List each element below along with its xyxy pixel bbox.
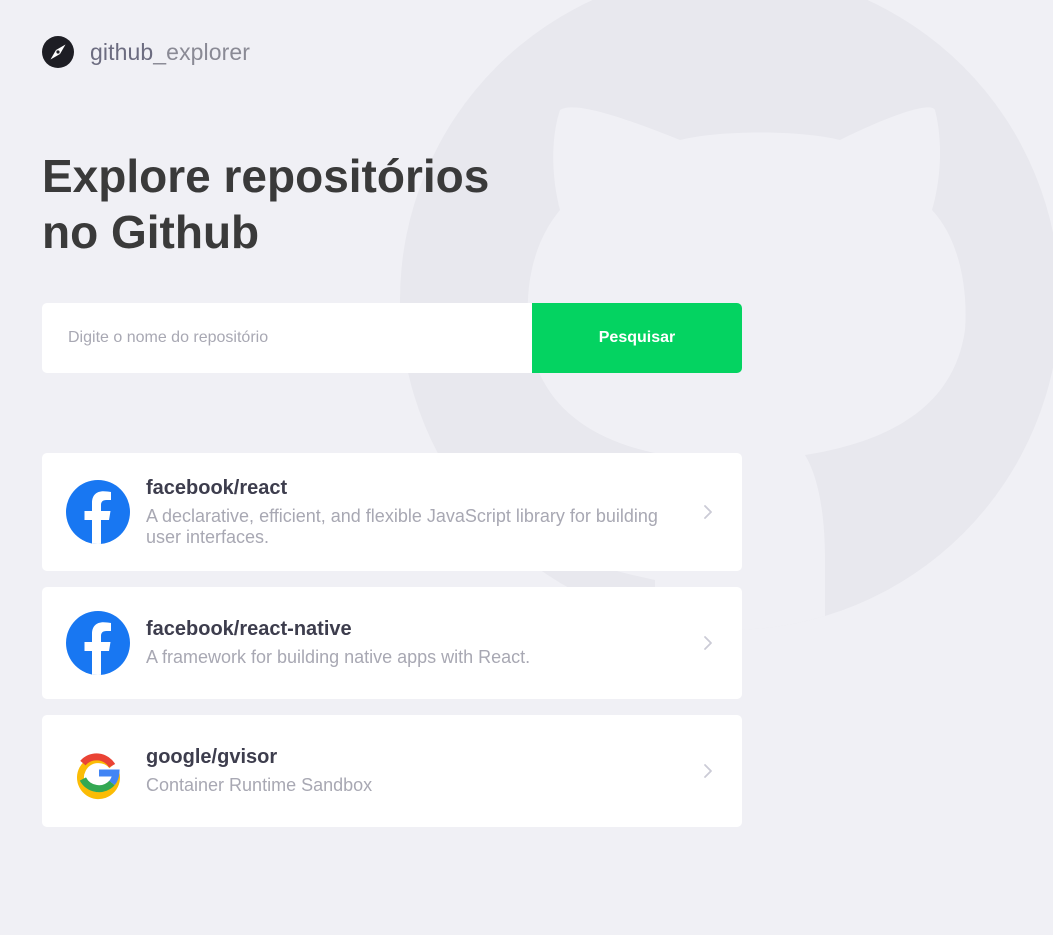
chevron-right-icon [704,505,712,519]
chevron-right-icon [704,764,712,778]
page-title-line-1: Explore repositórios [42,150,490,202]
facebook-logo-icon [66,611,130,675]
repository-name: google/gvisor [146,746,278,768]
repository-name: facebook/react [146,476,288,499]
repository-description: A declarative, efficient, and flexible J… [146,505,658,547]
page-title: Explore repositórios no Github [42,148,562,260]
repository-info: facebook/react A declarative, efficient,… [146,477,698,548]
chevron-right-icon [704,636,712,650]
repository-card-facebook-react-native[interactable]: facebook/react-native A framework for bu… [42,587,742,699]
repository-info: facebook/react-native A framework for bu… [146,618,698,668]
repository-name: facebook/react-native [146,618,352,640]
facebook-logo-icon [66,480,130,544]
repository-search-input[interactable] [42,303,532,373]
repository-info: google/gvisor Container Runtime Sandbox [146,746,698,796]
repository-description: A framework for building native apps wit… [146,647,531,667]
search-form: Pesquisar [42,303,742,373]
repository-card-google-gvisor[interactable]: google/gvisor Container Runtime Sandbox [42,715,742,827]
search-button[interactable]: Pesquisar [532,303,742,373]
compass-icon [42,36,74,68]
app-logo[interactable]: github_explorer [42,36,250,68]
google-logo-icon [77,753,120,800]
app-name: github_explorer [90,38,251,65]
repository-description: Container Runtime Sandbox [146,775,373,795]
page-title-line-2: no Github [42,206,260,258]
repository-list: facebook/react A declarative, efficient,… [42,453,742,843]
repository-card-facebook-react[interactable]: facebook/react A declarative, efficient,… [42,453,742,571]
